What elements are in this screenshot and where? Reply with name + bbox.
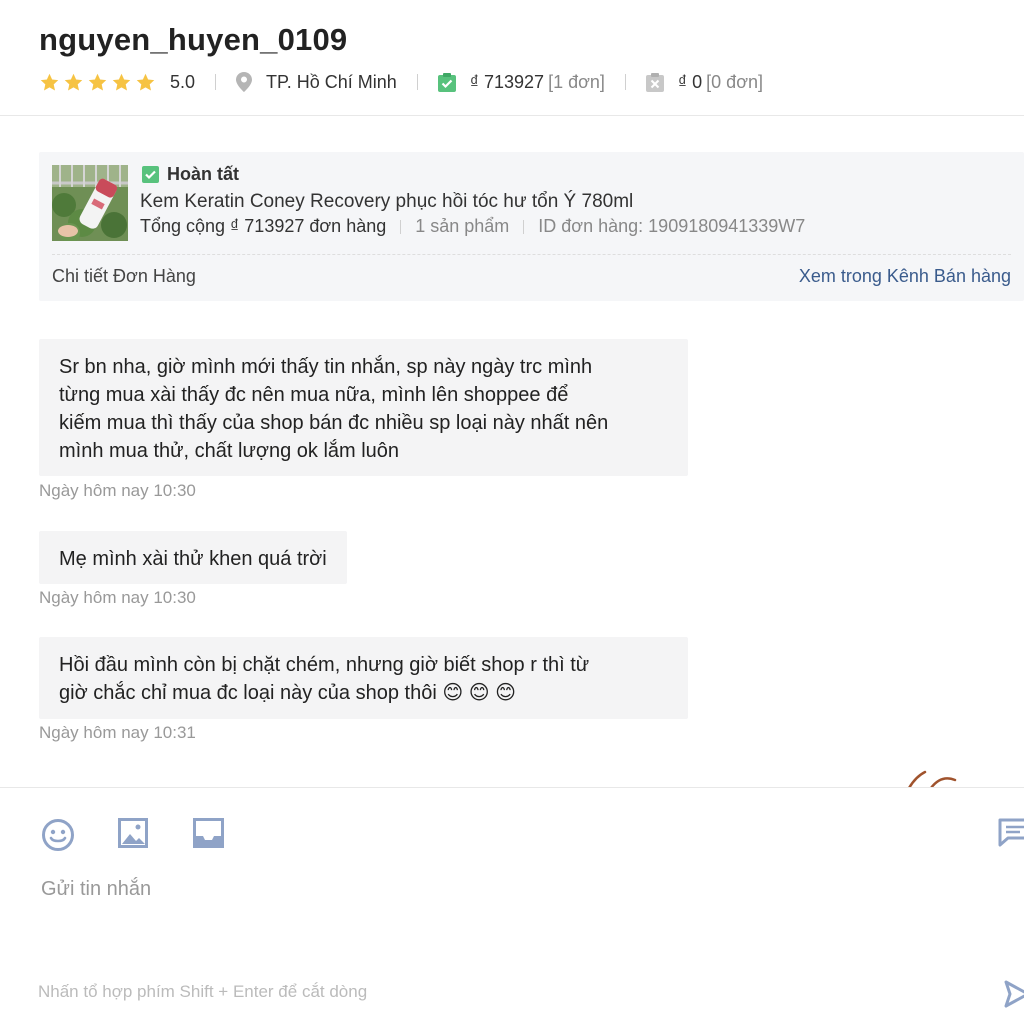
view-in-seller-centre-link[interactable]: Xem trong Kênh Bán hàng — [799, 266, 1011, 287]
message-bubble: Mẹ mình xài thử khen quá trời — [39, 531, 347, 584]
order-card: Hoàn tất Kem Keratin Coney Recovery phục… — [39, 152, 1024, 301]
message-timestamp: Ngày hôm nay 10:31 — [39, 723, 196, 743]
buyer-meta: 5.0 TP. Hồ Chí Minh ₫ 713927 [1 đơn] ₫ 0… — [39, 68, 763, 96]
message-bubble: Sr bn nha, giờ mình mới thấy tin nhắn, s… — [39, 339, 688, 476]
star-icon — [87, 72, 108, 93]
order-total: Tổng cộng ₫ 713927 đơn hàng — [140, 216, 386, 237]
emoji-icon[interactable] — [41, 818, 75, 852]
completed-amount: ₫ 713927 — [470, 72, 544, 93]
order-divider — [52, 254, 1011, 255]
message-line: Sr bn nha, giờ mình mới thấy tin nhắn, s… — [59, 353, 668, 381]
product-thumbnail[interactable] — [52, 165, 128, 241]
message-timestamp: Ngày hôm nay 10:30 — [39, 481, 196, 501]
order-status: Hoàn tất — [142, 164, 239, 185]
message-composer: Gửi tin nhắn Nhấn tổ hợp phím Shift + En… — [0, 787, 1024, 1024]
quick-reply-icon[interactable] — [998, 818, 1024, 848]
message-line: giờ chắc chỉ mua đc loại này của shop th… — [59, 679, 668, 707]
divider — [523, 220, 524, 234]
rating-value: 5.0 — [170, 72, 195, 93]
message-line: mình mua thử, chất lượng ok lắm luôn — [59, 437, 668, 465]
message-bubble: Hồi đầu mình còn bị chặt chém, nhưng giờ… — [39, 637, 688, 719]
image-icon[interactable] — [118, 818, 148, 848]
completed-check-icon — [142, 166, 159, 183]
star-icon — [63, 72, 84, 93]
divider — [417, 74, 418, 90]
product-name: Kem Keratin Coney Recovery phục hồi tóc … — [140, 191, 633, 213]
message-line: từng mua xài thấy đc nên mua nữa, mình l… — [59, 381, 668, 409]
message-line: Hồi đầu mình còn bị chặt chém, nhưng giờ… — [59, 651, 668, 679]
location-pin-icon — [236, 72, 252, 92]
message-input[interactable]: Gửi tin nhắn — [41, 878, 151, 901]
star-icon — [135, 72, 156, 93]
order-status-label: Hoàn tất — [167, 164, 239, 185]
completed-count: [1 đơn] — [548, 72, 605, 93]
completed-order-icon — [438, 73, 456, 92]
shortcut-hint: Nhấn tổ hợp phím Shift + Enter để cắt dò… — [38, 982, 367, 1002]
message-line: Mẹ mình xài thử khen quá trời — [59, 545, 327, 573]
rating-stars — [39, 72, 156, 93]
order-tray-icon[interactable] — [193, 818, 224, 848]
order-quantity: 1 sản phẩm — [415, 216, 509, 237]
star-icon — [111, 72, 132, 93]
divider — [400, 220, 401, 234]
chat-header: nguyen_huyen_0109 5.0 TP. Hồ Chí Minh ₫ … — [0, 0, 1024, 116]
order-detail-link[interactable]: Chi tiết Đơn Hàng — [52, 266, 196, 287]
order-id: ID đơn hàng: 1909180941339W7 — [538, 216, 805, 237]
cancelled-order-icon — [646, 73, 664, 92]
message-line: kiếm mua thì thấy của shop bán đc nhiều … — [59, 409, 668, 437]
divider — [625, 74, 626, 90]
message-timestamp: Ngày hôm nay 10:30 — [39, 588, 196, 608]
cancelled-amount: ₫ 0 — [678, 72, 702, 93]
divider — [215, 74, 216, 90]
buyer-username[interactable]: nguyen_huyen_0109 — [39, 22, 347, 58]
order-info: Tổng cộng ₫ 713927 đơn hàng 1 sản phẩm I… — [140, 216, 805, 237]
buyer-location: TP. Hồ Chí Minh — [266, 72, 397, 93]
star-icon — [39, 72, 60, 93]
send-icon[interactable] — [1004, 979, 1024, 1009]
cancelled-count: [0 đơn] — [706, 72, 763, 93]
